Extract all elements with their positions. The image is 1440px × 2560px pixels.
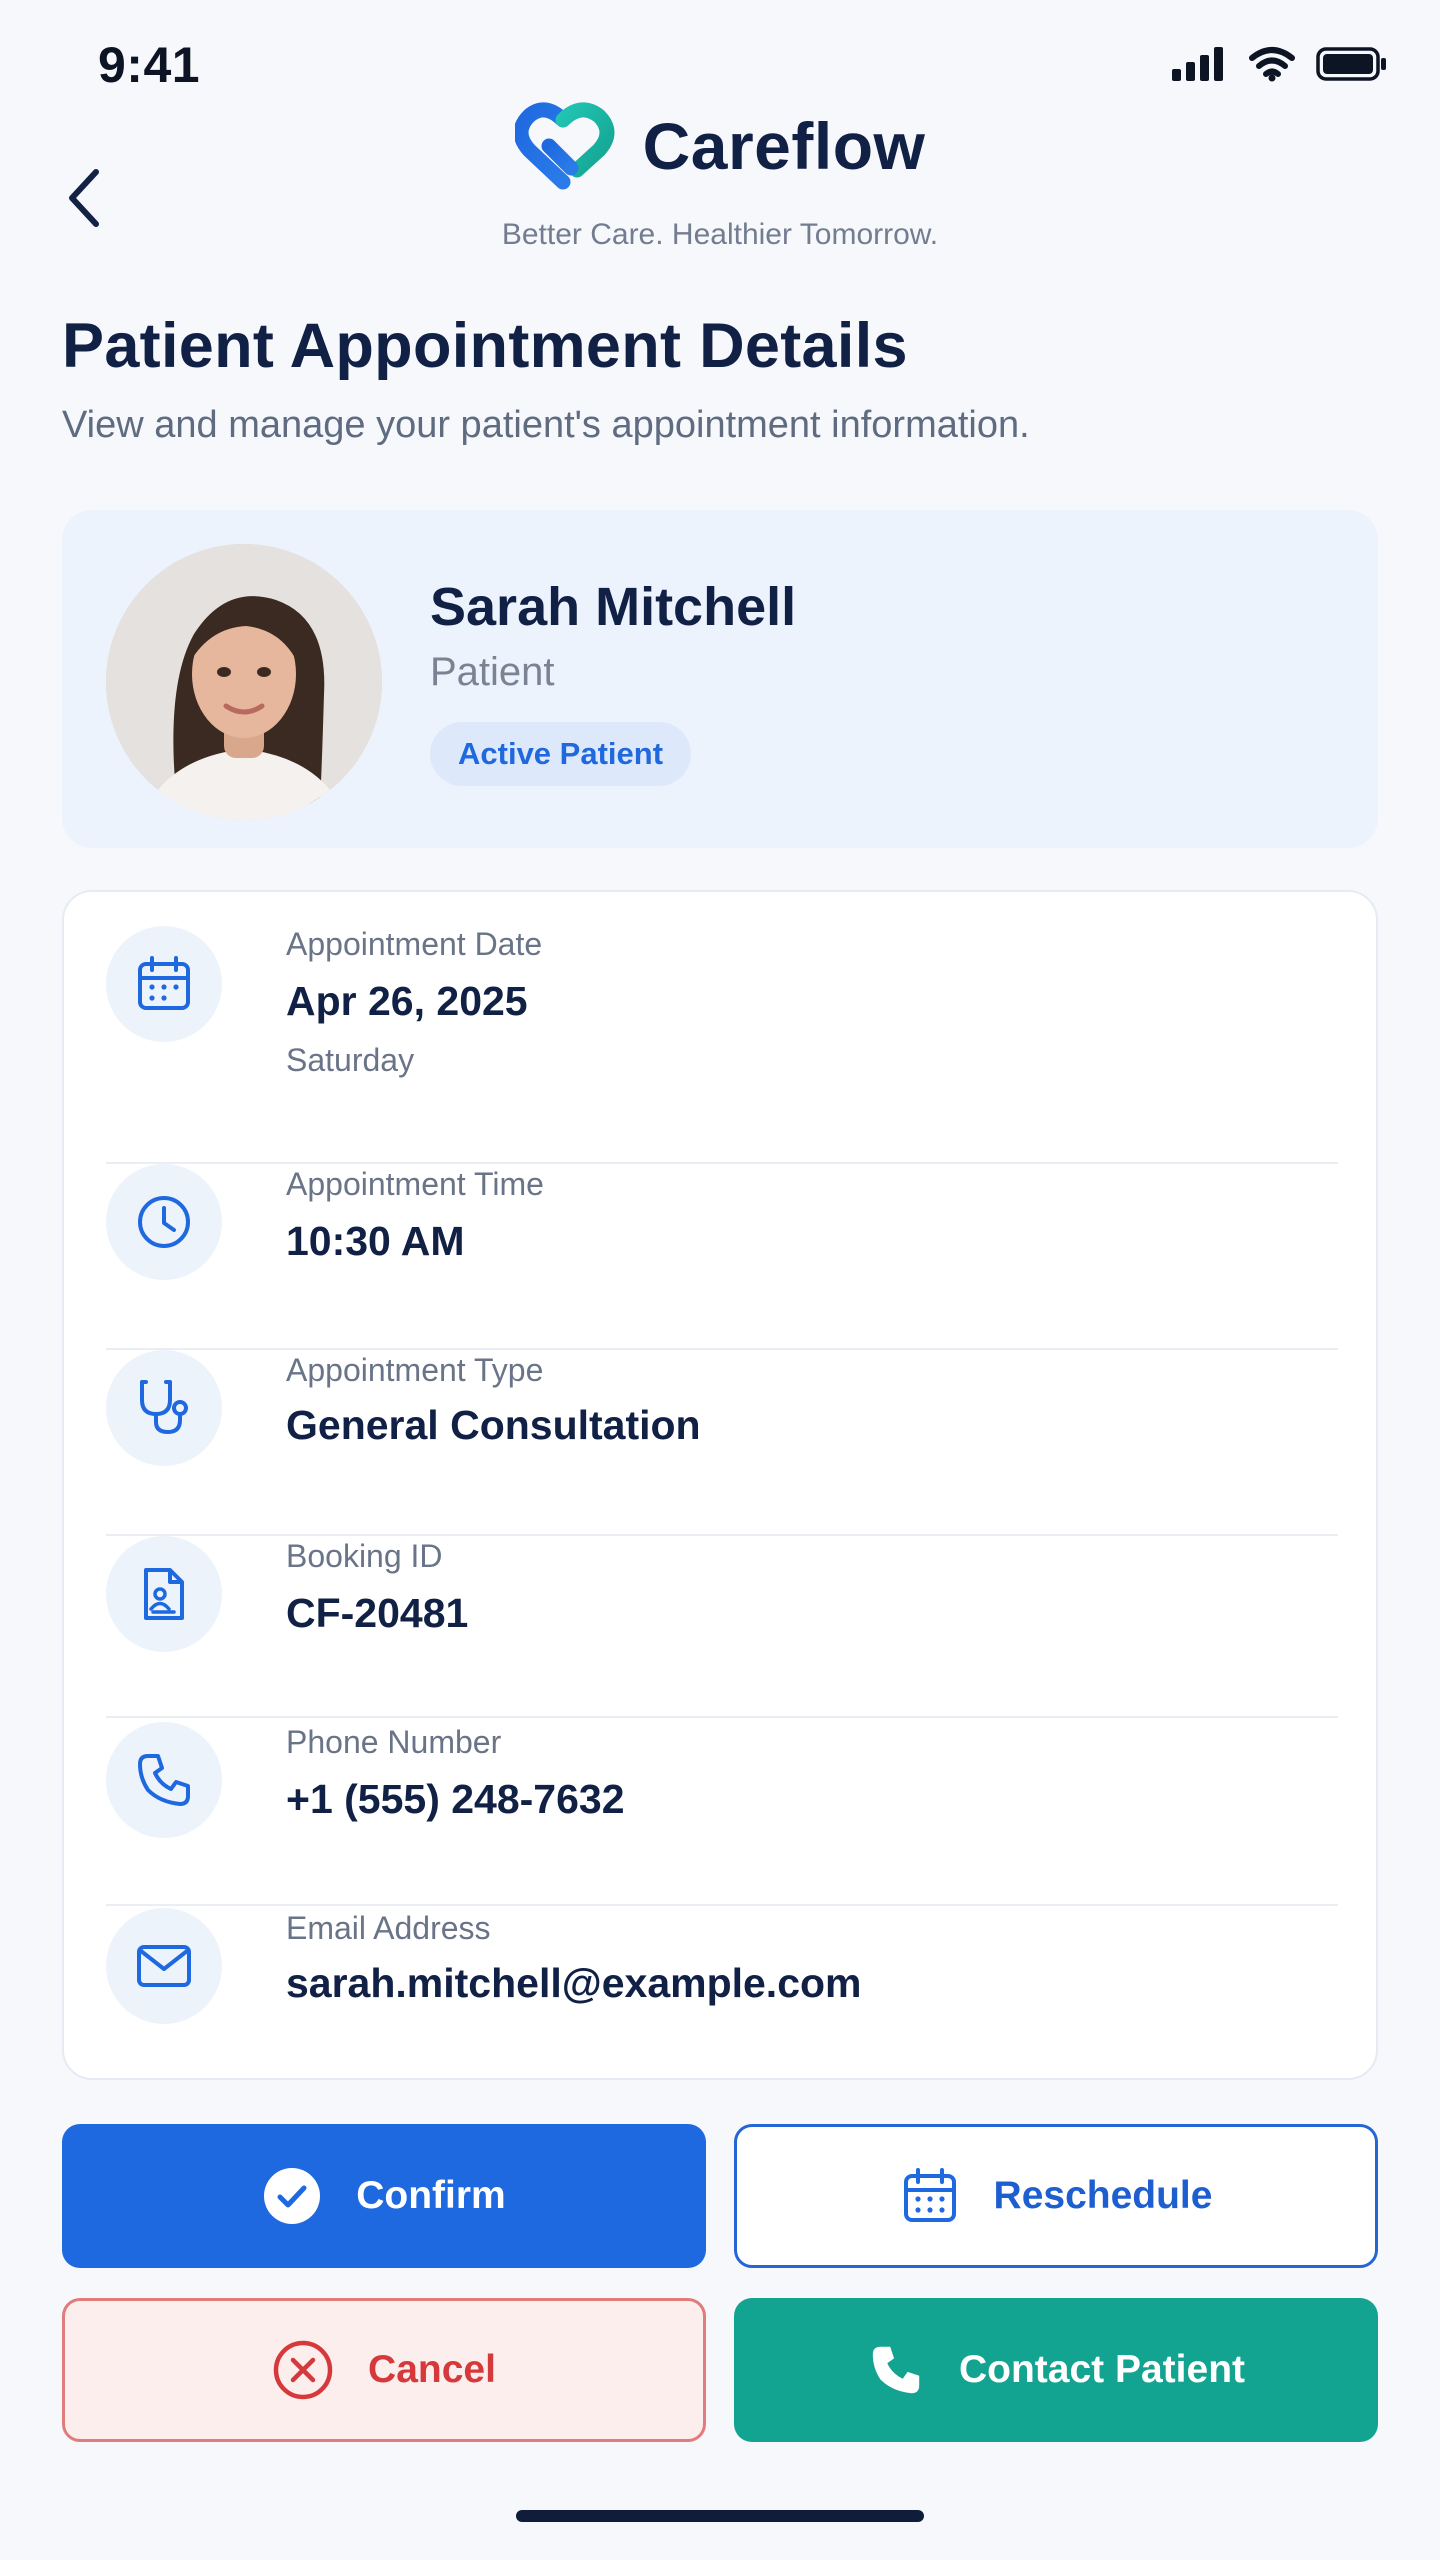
calendar-icon-circle (106, 926, 222, 1042)
stethoscope-icon (140, 1380, 188, 1435)
patient-card: Sarah Mitchell Patient Active Patient (62, 510, 1378, 848)
patient-avatar (106, 544, 382, 820)
battery-icon (1316, 47, 1386, 81)
brand-tagline: Better Care. Healthier Tomorrow. (501, 218, 939, 251)
home-indicator[interactable] (516, 2510, 924, 2522)
page-subtitle: View and manage your patient's appointme… (62, 404, 1030, 446)
page-title: Patient Appointment Details (62, 311, 908, 381)
brand: Careflow (0, 100, 1440, 192)
signal-icon (1172, 47, 1223, 81)
id-document-icon (144, 1568, 184, 1620)
detail-value: sarah.mitchell@example.com (286, 1960, 862, 2006)
app-screen: 9:41 Careflow Better Care. Healthier Tom… (0, 0, 1440, 2560)
cancel-button[interactable]: Cancel (62, 2298, 706, 2442)
detail-row-date: Appointment Date Apr 26, 2025 Saturday (106, 926, 1338, 1164)
contact-patient-button[interactable]: Contact Patient (734, 2298, 1378, 2442)
x-circle-icon (273, 2340, 333, 2400)
phone-icon (138, 1754, 190, 1806)
detail-value: CF-20481 (286, 1590, 469, 1636)
phone-icon (872, 2346, 920, 2394)
detail-label: Phone Number (286, 1724, 502, 1760)
avatar-image (106, 544, 382, 820)
cancel-button-label: Cancel (368, 2348, 496, 2391)
appointment-details-card: Appointment Date Apr 26, 2025 Saturday A… (62, 890, 1378, 2080)
detail-row-time: Appointment Time 10:30 AM (106, 1164, 1338, 1350)
detail-row-booking-id: Booking ID CF-20481 (106, 1536, 1338, 1720)
brand-name: Careflow (642, 109, 926, 183)
detail-value: 10:30 AM (286, 1218, 465, 1264)
detail-label: Appointment Date (286, 926, 543, 962)
detail-row-phone: Phone Number +1 (555) 248-7632 (106, 1722, 1338, 1908)
careflow-logo-icon (514, 102, 615, 190)
confirm-button[interactable]: Confirm (62, 2124, 706, 2268)
status-icons (1172, 46, 1388, 82)
detail-label: Email Address (286, 1910, 491, 1946)
detail-row-email: Email Address sarah.mitchell@example.com (106, 1908, 1338, 2044)
detail-label: Appointment Type (286, 1352, 544, 1388)
reschedule-button-label: Reschedule (993, 2174, 1213, 2217)
mail-icon (137, 1945, 191, 1987)
detail-row-type: Appointment Type General Consultation (106, 1350, 1338, 1536)
clock-icon-circle (106, 1164, 222, 1280)
confirm-button-label: Confirm (356, 2174, 506, 2217)
check-circle-icon (264, 2168, 321, 2224)
detail-label: Booking ID (286, 1538, 443, 1574)
wifi-icon (1249, 47, 1295, 82)
divider (106, 1716, 1338, 1718)
clock-icon (138, 1196, 190, 1248)
patient-role: Patient (430, 650, 555, 694)
contact-patient-button-label: Contact Patient (958, 2348, 1246, 2391)
detail-subvalue: Saturday (286, 1042, 415, 1078)
detail-value: Apr 26, 2025 (286, 978, 528, 1024)
stethoscope-icon-circle (106, 1350, 222, 1466)
patient-name: Sarah Mitchell (430, 577, 797, 637)
divider (106, 1904, 1338, 1906)
id-document-icon-circle (106, 1536, 222, 1652)
detail-value: General Consultation (286, 1402, 701, 1448)
detail-label: Appointment Time (286, 1166, 544, 1202)
detail-value: +1 (555) 248-7632 (286, 1776, 625, 1822)
calendar-icon (903, 2168, 956, 2222)
calendar-icon (138, 956, 190, 1010)
status-time: 9:41 (98, 37, 201, 93)
patient-status-badge: Active Patient (430, 722, 692, 786)
mail-icon-circle (106, 1908, 222, 2024)
reschedule-button[interactable]: Reschedule (734, 2124, 1378, 2268)
phone-icon-circle (106, 1722, 222, 1838)
